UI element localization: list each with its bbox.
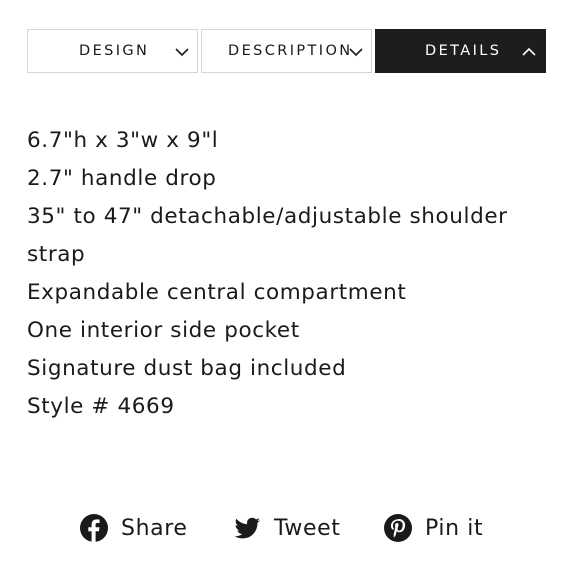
detail-interior-pocket: One interior side pocket <box>27 318 300 343</box>
share-twitter-label: Tweet <box>274 515 341 541</box>
detail-dust-bag: Signature dust bag included <box>27 356 347 381</box>
detail-dimensions: 6.7"h x 3"w x 9"l <box>27 128 219 153</box>
share-twitter-button[interactable]: Tweet <box>232 508 341 548</box>
share-facebook-label: Share <box>121 515 188 541</box>
share-pinterest-label: Pin it <box>425 515 484 541</box>
share-pinterest-button[interactable]: Pin it <box>383 508 483 548</box>
tab-design-label: DESIGN <box>79 43 150 59</box>
detail-handle-drop: 2.7" handle drop <box>27 166 217 191</box>
tab-design[interactable]: DESIGN <box>27 29 198 73</box>
share-facebook-button[interactable]: Share <box>79 508 188 548</box>
chevron-up-icon <box>522 47 536 56</box>
facebook-icon <box>80 514 108 542</box>
social-share-bar: Share Tweet Pin it <box>0 508 579 548</box>
tab-details-label: DETAILS <box>425 43 502 59</box>
tab-description[interactable]: DESCRIPTION <box>201 29 372 73</box>
pinterest-icon <box>384 514 412 542</box>
tab-description-label: DESCRIPTION <box>228 43 353 59</box>
chevron-down-icon <box>349 48 363 57</box>
tab-bar: DESIGN DESCRIPTION DETAILS <box>27 29 546 73</box>
details-panel: 6.7"h x 3"w x 9"l 2.7" handle drop 35" t… <box>27 122 547 426</box>
detail-compartment: Expandable central compartment <box>27 280 407 305</box>
detail-style-number: Style # 4669 <box>27 394 175 419</box>
twitter-icon <box>234 517 260 539</box>
tab-details[interactable]: DETAILS <box>375 29 546 73</box>
chevron-down-icon <box>175 48 189 57</box>
detail-shoulder-strap: 35" to 47" detachable/adjustable shoulde… <box>27 204 508 267</box>
